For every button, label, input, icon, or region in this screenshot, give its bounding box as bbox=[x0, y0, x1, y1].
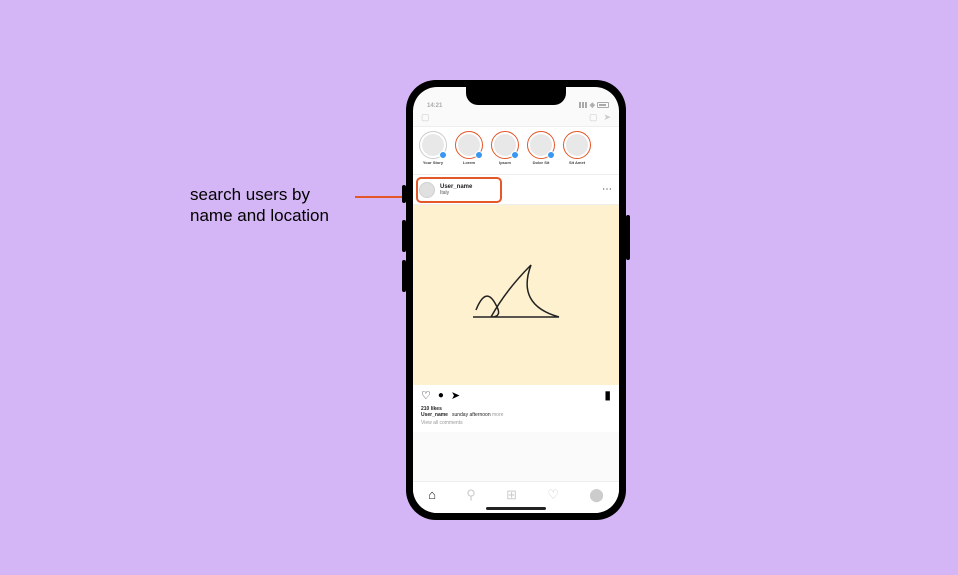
story-label: Dolor Sit bbox=[533, 160, 550, 165]
story-ring bbox=[527, 131, 555, 159]
story-item[interactable]: Your Story bbox=[419, 131, 447, 172]
phone-side-button bbox=[402, 185, 406, 203]
status-indicators: ◈ bbox=[579, 101, 609, 109]
story-item[interactable]: Lorem bbox=[455, 131, 483, 172]
camera-icon[interactable]: ▢ bbox=[421, 112, 430, 123]
story-ring bbox=[563, 131, 591, 159]
story-label: Lorem bbox=[463, 160, 475, 165]
wifi-icon: ◈ bbox=[590, 101, 595, 109]
post-image-scribble bbox=[461, 255, 571, 335]
phone-side-button bbox=[402, 260, 406, 292]
story-add-badge-icon bbox=[475, 151, 483, 159]
story-avatar bbox=[566, 134, 588, 156]
story-item[interactable]: Sit Amet bbox=[563, 131, 591, 172]
activity-tab-icon[interactable]: ♡ bbox=[547, 487, 559, 503]
tab-bar: ⌂ ⚲ ⊞ ♡ ⬤ bbox=[413, 481, 619, 513]
annotation-text: search users by name and location bbox=[190, 184, 329, 227]
post-more-icon[interactable]: ⋯ bbox=[602, 184, 613, 195]
stories-row[interactable]: Your Story Lorem Ipsum Dolor Sit Sit Amet bbox=[413, 127, 619, 175]
search-tab-icon[interactable]: ⚲ bbox=[466, 487, 476, 503]
home-indicator bbox=[486, 507, 546, 510]
phone-side-button bbox=[626, 215, 630, 260]
story-item[interactable]: Ipsum bbox=[491, 131, 519, 172]
signal-icon bbox=[579, 102, 588, 108]
post-action-bar: ♡ ● ➤ ▮ bbox=[413, 385, 619, 405]
profile-tab-icon[interactable]: ⬤ bbox=[589, 487, 604, 503]
story-label: Sit Amet bbox=[569, 160, 585, 165]
post-author-location: Italy bbox=[440, 190, 472, 196]
post-header[interactable]: User_name Italy ⋯ bbox=[413, 175, 619, 205]
story-add-badge-icon bbox=[439, 151, 447, 159]
annotation-line-2: name and location bbox=[190, 205, 329, 226]
comment-icon[interactable]: ● bbox=[438, 390, 444, 401]
battery-icon bbox=[597, 102, 609, 108]
caption-username[interactable]: User_name bbox=[421, 412, 448, 418]
story-label: Your Story bbox=[423, 160, 443, 165]
app-header: ▢ ▢ ➤ bbox=[413, 109, 619, 127]
phone-frame: 14:21 ◈ ▢ ▢ ➤ Your Story Lorem Ipsum Dolor … bbox=[406, 80, 626, 520]
story-ring bbox=[491, 131, 519, 159]
send-icon[interactable]: ➤ bbox=[603, 112, 611, 123]
add-tab-icon[interactable]: ⊞ bbox=[506, 487, 517, 503]
story-label: Ipsum bbox=[499, 160, 511, 165]
status-time: 14:21 bbox=[427, 103, 442, 109]
post-caption: User_name sunday afternoon more bbox=[421, 412, 611, 418]
story-add-badge-icon bbox=[511, 151, 519, 159]
post-author-info[interactable]: User_name Italy bbox=[440, 184, 472, 196]
phone-screen: 14:21 ◈ ▢ ▢ ➤ Your Story Lorem Ipsum Dolor … bbox=[413, 87, 619, 513]
story-item[interactable]: Dolor Sit bbox=[527, 131, 555, 172]
post-image[interactable] bbox=[413, 205, 619, 385]
tv-icon[interactable]: ▢ bbox=[589, 112, 598, 123]
story-add-badge-icon bbox=[547, 151, 555, 159]
view-all-comments[interactable]: View all comments bbox=[421, 420, 611, 426]
phone-notch bbox=[466, 87, 566, 105]
annotation-line-1: search users by bbox=[190, 184, 329, 205]
story-ring bbox=[455, 131, 483, 159]
post-author-avatar[interactable] bbox=[419, 182, 435, 198]
phone-side-button bbox=[402, 220, 406, 252]
post-meta: 210 likes User_namesunday afternoon more… bbox=[413, 405, 619, 432]
story-ring bbox=[419, 131, 447, 159]
caption-text: sunday afternoon bbox=[452, 412, 491, 418]
like-icon[interactable]: ♡ bbox=[421, 389, 431, 402]
bookmark-icon[interactable]: ▮ bbox=[604, 388, 611, 402]
home-tab-icon[interactable]: ⌂ bbox=[428, 487, 436, 502]
caption-more[interactable]: more bbox=[492, 412, 503, 418]
share-icon[interactable]: ➤ bbox=[451, 389, 460, 402]
